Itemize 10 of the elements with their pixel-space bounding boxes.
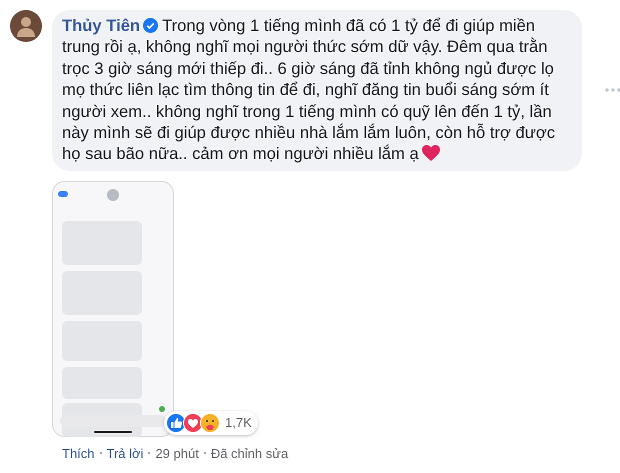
author-link[interactable]: Thủy Tiên xyxy=(62,16,140,35)
avatar[interactable] xyxy=(10,10,42,42)
action-link[interactable]: Trả lời xyxy=(106,446,144,461)
action-link[interactable]: Thích xyxy=(62,446,95,461)
comment-text: Thủy Tiên Trong vòng 1 tiếng mình đã có 1 tỷ để đi giúp miền trung rồi ạ, không nghĩ mọi người thức sớm dữ vậy. Đêm qua trằn trọc 3 giờ sáng mới thiếp đi.. 6 giờ sáng đã tỉnh không ngủ được lọ mọ thức liên lạc tìm thông tin để đi, nghĩ đăng tin buổi sáng sớm ít người xem.. không nghĩ trong 1 tiếng mình có quỹ lên đến 1 tỷ, lần này mình sẽ đi giúp được nhiều nhà lắm lắm luôn, còn hỗ trợ được họ sau bão nữa.. cảm ơn mọi người nhiều lắm ạ xyxy=(62,15,556,165)
more-icon[interactable] xyxy=(605,88,620,92)
comment-meta: 29 phút xyxy=(155,446,199,461)
heart-icon xyxy=(422,145,440,162)
reactions-summary[interactable]: 1,7K xyxy=(164,410,258,435)
comment-meta: Đã chỉnh sửa xyxy=(210,446,288,461)
